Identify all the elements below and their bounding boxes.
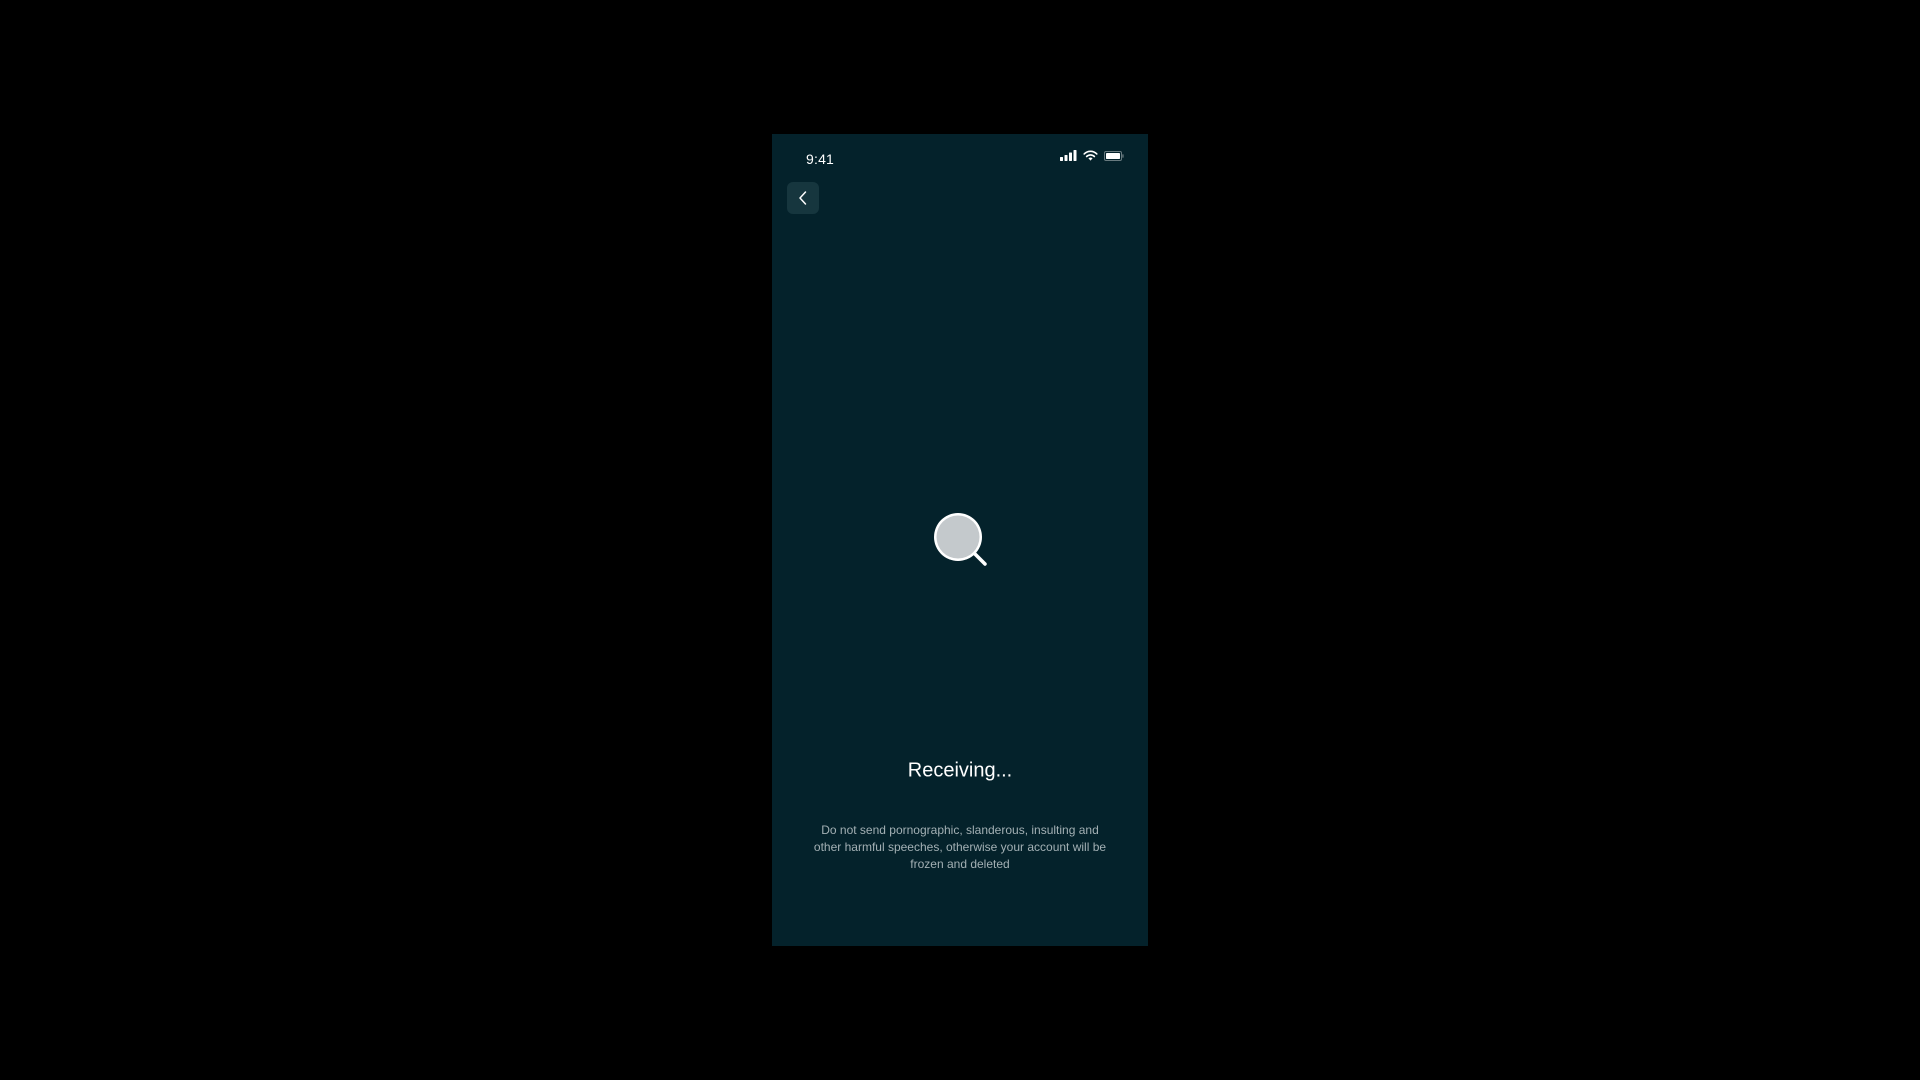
status-icons (1060, 150, 1124, 161)
content-policy-notice: Do not send pornographic, slanderous, in… (813, 823, 1107, 871)
cellular-signal-icon (1060, 150, 1077, 161)
wifi-icon (1083, 150, 1098, 161)
status-bar: 9:41 (772, 134, 1148, 178)
status-time: 9:41 (806, 151, 835, 167)
chevron-left-icon (799, 191, 807, 205)
phone-screen: 9:41 Receiving... Do not send pornograph… (772, 134, 1148, 946)
receiving-title: Receiving... (907, 759, 1013, 782)
search-icon (934, 513, 987, 566)
back-button[interactable] (787, 182, 819, 214)
battery-icon (1104, 150, 1124, 161)
